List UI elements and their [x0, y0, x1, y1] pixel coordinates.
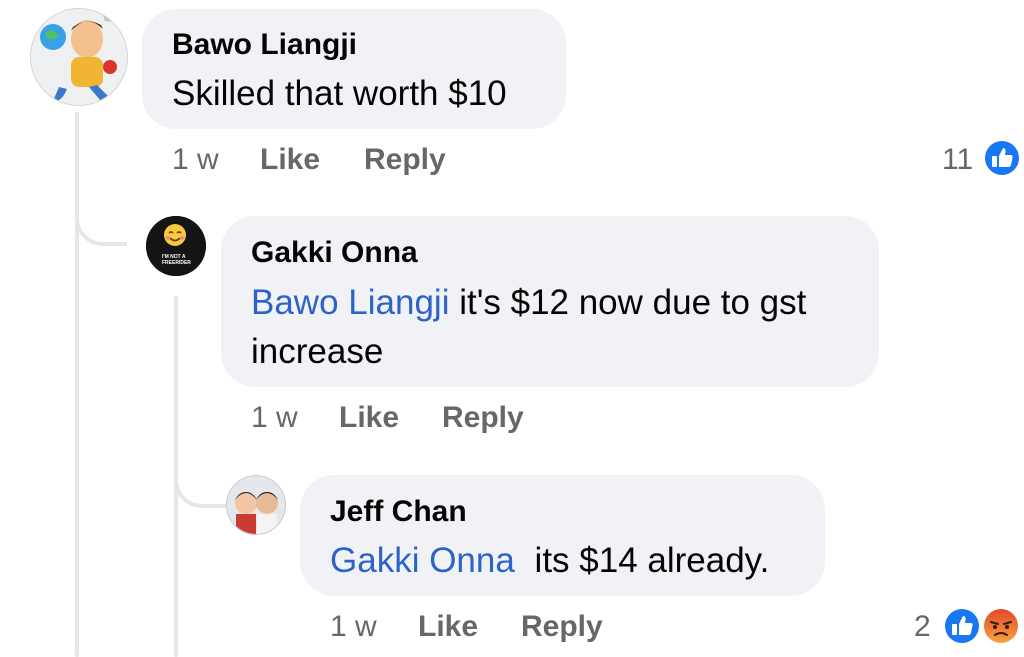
comment-actions: 1 w Like Reply	[251, 401, 571, 441]
comment-author-name[interactable]: Bawo Liangji	[172, 28, 357, 62]
cartoon-avatar-icon	[31, 9, 127, 105]
comment-timestamp[interactable]: 1 w	[251, 401, 298, 435]
comment-actions: 1 w Like Reply	[172, 143, 492, 183]
thread-connector-1	[75, 112, 127, 246]
reply-button[interactable]: Reply	[521, 610, 603, 644]
mention-link[interactable]: Gakki Onna	[330, 541, 515, 580]
comment-text-line: Gakki Onna its $14 already.	[330, 536, 769, 585]
comment-author-name[interactable]: Gakki Onna	[251, 236, 418, 270]
like-button[interactable]: Like	[260, 143, 320, 177]
comment-text: it's $12 now due to gst	[449, 283, 807, 322]
emoji-avatar-icon	[146, 216, 206, 276]
comment-text: Skilled that worth $10	[172, 74, 507, 113]
angry-icon[interactable]	[980, 605, 1022, 647]
comment-author-name[interactable]: Jeff Chan	[330, 495, 467, 529]
comment-timestamp[interactable]: 1 w	[330, 610, 377, 644]
reply-button[interactable]: Reply	[442, 401, 524, 435]
comment-timestamp[interactable]: 1 w	[172, 143, 219, 177]
reaction-count[interactable]: 2	[914, 610, 931, 644]
like-button[interactable]: Like	[339, 401, 399, 435]
comment-actions: 1 w Like Reply	[330, 610, 650, 650]
reaction-count[interactable]: 11	[942, 143, 973, 177]
avatar-text: I'M NOT A FREERIDER	[162, 254, 191, 266]
comment-text-line-2: increase	[251, 332, 384, 371]
avatar-gakki-onna[interactable]: I'M NOT A FREERIDER	[146, 216, 206, 276]
mention-link[interactable]: Bawo Liangji	[251, 283, 449, 322]
comment-text: its $14 already.	[524, 541, 770, 580]
photo-avatar-icon	[227, 476, 285, 534]
avatar-bawo-liangji[interactable]	[30, 8, 128, 106]
reply-button[interactable]: Reply	[364, 143, 446, 177]
thread-connector-2	[174, 296, 226, 508]
avatar-jeff-chan[interactable]	[226, 475, 286, 535]
comment-text-line-1: Bawo Liangji it's $12 now due to gst	[251, 278, 806, 327]
like-button[interactable]: Like	[418, 610, 478, 644]
like-icon[interactable]	[982, 138, 1022, 178]
like-icon[interactable]	[941, 605, 983, 647]
